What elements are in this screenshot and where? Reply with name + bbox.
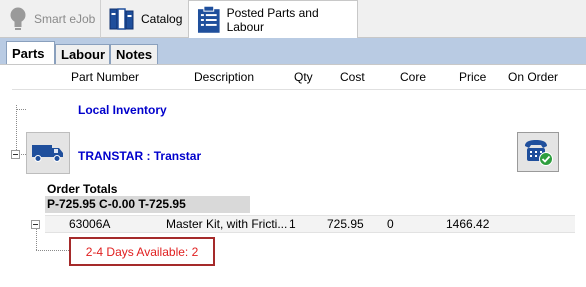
catalog-label: Catalog — [141, 12, 183, 26]
price-cell: 1466.42 — [446, 217, 490, 231]
supplier-node[interactable]: TRANSTAR : Transtar — [78, 149, 201, 163]
catalog-tab[interactable]: Catalog — [100, 0, 188, 38]
description-cell: Master Kit, with Fricti... — [166, 217, 288, 231]
tab-notes[interactable]: Notes — [110, 44, 158, 64]
posted-parts-label: Posted Parts and Labour — [226, 6, 319, 34]
col-core[interactable]: Core — [400, 70, 426, 86]
tree-line — [16, 109, 26, 110]
header-divider — [12, 89, 586, 90]
posted-parts-tab[interactable]: Posted Parts and Labour — [188, 0, 358, 39]
qty-cell: 1 — [289, 217, 296, 231]
lightbulb-icon — [10, 7, 26, 30]
smart-ejob-label: Smart eJob — [34, 12, 96, 26]
collapse-supplier-toggle[interactable] — [11, 150, 20, 159]
availability-box: 2-4 Days Available: 2 — [69, 237, 215, 266]
parts-panel: Part Number Description Qty Cost Core Pr… — [0, 64, 586, 287]
tab-notes-label: Notes — [116, 47, 153, 62]
availability-text: 2-4 Days Available: 2 — [85, 244, 199, 259]
col-cost[interactable]: Cost — [340, 70, 365, 86]
tree-line — [36, 250, 69, 251]
cost-cell: 725.95 — [327, 217, 364, 231]
truck-icon — [32, 145, 63, 162]
core-cell: 0 — [387, 217, 394, 231]
subtab-strip: Parts Labour Notes — [0, 38, 586, 65]
part-number-cell: 63006A — [69, 217, 111, 231]
phone-check-icon — [525, 140, 553, 166]
col-part-number[interactable]: Part Number — [71, 70, 139, 86]
top-toolbar: Smart eJob Catalog Posted Parts and Labo… — [0, 0, 586, 39]
tab-parts[interactable]: Parts — [6, 41, 55, 65]
smart-ejob-tab[interactable]: Smart eJob — [0, 0, 100, 38]
local-inventory-node[interactable]: Local Inventory — [78, 103, 167, 117]
tree-line — [16, 105, 17, 152]
supplier-truck-button[interactable] — [26, 132, 70, 174]
tab-labour-label: Labour — [61, 47, 106, 62]
tab-parts-label: Parts — [12, 46, 45, 61]
tab-labour[interactable]: Labour — [55, 44, 110, 64]
col-qty[interactable]: Qty — [294, 70, 313, 86]
call-supplier-button[interactable] — [517, 132, 559, 172]
order-totals-value: P-725.95 C-0.00 T-725.95 — [45, 196, 250, 213]
col-description[interactable]: Description — [194, 70, 254, 86]
col-on-order[interactable]: On Order — [508, 70, 558, 86]
catalog-books-icon — [109, 8, 134, 30]
collapse-part-toggle[interactable] — [31, 220, 40, 229]
table-row[interactable] — [45, 215, 575, 233]
clipboard-list-icon — [197, 6, 220, 33]
col-price[interactable]: Price — [459, 70, 486, 86]
order-totals-label: Order Totals — [47, 182, 118, 196]
